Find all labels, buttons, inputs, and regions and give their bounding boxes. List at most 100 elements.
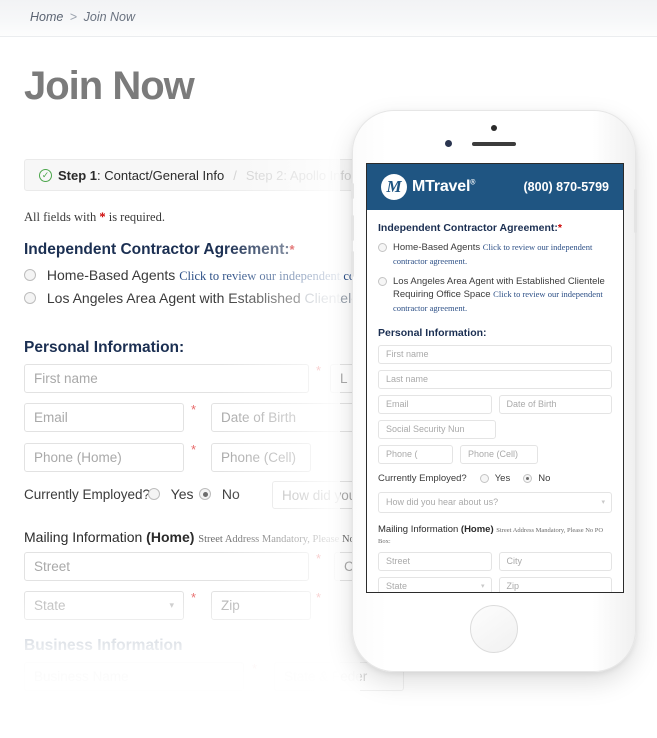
mobile-radio-employed-no[interactable] bbox=[523, 473, 533, 483]
mtravel-logo-mark-icon: M bbox=[381, 174, 407, 200]
required-note-asterisk: * bbox=[99, 210, 106, 224]
page-title: Join Now bbox=[24, 64, 195, 108]
required-note-post: is required. bbox=[108, 210, 165, 224]
mobile-zip-input[interactable]: Zip bbox=[498, 576, 612, 592]
proximity-sensor-icon bbox=[491, 125, 497, 131]
mobile-radio-los-angeles[interactable] bbox=[378, 276, 387, 286]
mobile-row-ssn: Social Security Nun bbox=[378, 419, 612, 439]
chevron-down-icon-state: ▾ bbox=[169, 600, 174, 610]
state-required-star: * bbox=[191, 590, 197, 605]
mobile-radio-employed-yes[interactable] bbox=[479, 473, 489, 483]
earpiece-speaker bbox=[472, 142, 516, 146]
employed-no-option[interactable]: No bbox=[199, 486, 240, 502]
required-note-pre: All fields with bbox=[24, 210, 97, 224]
mailing-heading-bold: (Home) bbox=[146, 529, 195, 545]
street-required-star: * bbox=[316, 551, 322, 566]
breadcrumb-home-link[interactable]: Home bbox=[30, 10, 63, 24]
mobile-radio-home-based[interactable] bbox=[378, 243, 387, 252]
power-button[interactable] bbox=[634, 189, 637, 233]
mobile-currently-employed-row: Currently Employed? Yes No bbox=[378, 473, 612, 484]
mobile-state-value: State bbox=[386, 581, 408, 592]
state-select[interactable]: State ▾ bbox=[24, 591, 184, 620]
mobile-row-hear-about: How did you hear about us? ▾ bbox=[378, 491, 612, 513]
date-of-birth-input[interactable]: Date of Birth bbox=[211, 403, 361, 432]
mobile-employed-no-label: No bbox=[538, 472, 551, 484]
mobile-agreement-option-home-based[interactable]: Home-Based Agents Click to review our in… bbox=[378, 241, 612, 269]
step-1[interactable]: Step 1: Contact/General Info bbox=[58, 168, 224, 183]
breadcrumb-current: Join Now bbox=[83, 10, 136, 24]
mobile-currently-employed-label: Currently Employed? bbox=[378, 472, 467, 484]
mobile-phone-cell-input[interactable]: Phone (Cell) bbox=[460, 444, 538, 464]
agreement-option-los-angeles[interactable]: Los Angeles Area Agent with Established … bbox=[24, 290, 389, 306]
step-1-rest: : Contact/General Info bbox=[97, 167, 225, 183]
agreement-option1-label: Home-Based Agents bbox=[46, 267, 176, 283]
header-phone-number[interactable]: (800) 870-5799 bbox=[524, 180, 609, 194]
silent-switch[interactable] bbox=[351, 183, 354, 199]
breadcrumb-band: Home > Join Now bbox=[0, 0, 657, 37]
mobile-phone-home-input[interactable]: Phone ( bbox=[378, 444, 453, 464]
mobile-personal-information-heading: Personal Information: bbox=[378, 326, 487, 339]
personal-information-heading: Personal Information: bbox=[24, 339, 185, 356]
agreement-option-home-based[interactable]: Home-Based Agents Click to review our in… bbox=[24, 267, 384, 284]
mtravel-logo-text: MTravel® bbox=[412, 178, 475, 196]
mtravel-logo[interactable]: M MTravel® bbox=[381, 174, 475, 200]
mobile-mailing-heading-normal: Mailing Information bbox=[378, 523, 461, 535]
radio-home-based[interactable] bbox=[24, 269, 36, 281]
mobile-row-last-name: Last name bbox=[378, 369, 612, 389]
check-circle-icon: ✓ bbox=[39, 168, 52, 182]
step-2[interactable]: Step 2: Apollo Info bbox=[246, 168, 352, 183]
agreement-heading-text: Independent Contractor Agreement: bbox=[24, 241, 290, 258]
phone-cell-input[interactable]: Phone (Cell) bbox=[211, 443, 311, 472]
mobile-state-select[interactable]: State ▾ bbox=[378, 576, 492, 592]
business-information-heading: Business Information bbox=[24, 637, 183, 654]
mobile-row-phones: Phone ( Phone (Cell) bbox=[378, 444, 612, 464]
volume-down-button[interactable] bbox=[351, 251, 354, 277]
email-input[interactable]: Email bbox=[24, 403, 184, 432]
email-required-star: * bbox=[191, 402, 197, 417]
home-button[interactable] bbox=[470, 605, 518, 653]
currently-employed-label: Currently Employed? bbox=[24, 487, 151, 502]
breadcrumb-separator: > bbox=[69, 10, 78, 24]
mobile-row-street-city: Street City bbox=[378, 551, 612, 571]
mobile-row-email-dob: Email Date of Birth bbox=[378, 394, 612, 414]
chevron-down-icon-hear-about: ▾ bbox=[601, 499, 605, 507]
mobile-city-input[interactable]: City bbox=[498, 551, 612, 571]
radio-employed-yes[interactable] bbox=[148, 488, 160, 500]
radio-los-angeles[interactable] bbox=[24, 292, 36, 304]
mobile-mailing-heading-bold: (Home) bbox=[460, 523, 494, 535]
phone-home-input[interactable]: Phone (Home) bbox=[24, 443, 184, 472]
mailing-information-heading: Mailing Information (Home) Street Addres… bbox=[24, 529, 394, 545]
employed-yes-label: Yes bbox=[170, 486, 194, 502]
first-name-input[interactable]: First name bbox=[24, 364, 309, 393]
employed-no-label: No bbox=[221, 486, 240, 502]
mobile-street-input[interactable]: Street bbox=[378, 551, 492, 571]
volume-up-button[interactable] bbox=[351, 215, 354, 241]
mobile-first-name-input[interactable]: First name bbox=[378, 344, 612, 364]
employed-yes-option[interactable]: Yes bbox=[148, 486, 193, 502]
first-name-required-star: * bbox=[316, 363, 322, 378]
zip-input[interactable]: Zip bbox=[211, 591, 311, 620]
mobile-last-name-input[interactable]: Last name bbox=[378, 369, 612, 389]
step-separator-1: / bbox=[233, 167, 237, 183]
street-input[interactable]: Street bbox=[24, 552, 309, 581]
mobile-agreement-heading-text: Independent Contractor Agreement: bbox=[378, 222, 558, 234]
mobile-date-of-birth-input[interactable]: Date of Birth bbox=[498, 394, 612, 414]
mobile-email-input[interactable]: Email bbox=[378, 394, 492, 414]
mobile-how-did-you-hear-select[interactable]: How did you hear about us? ▾ bbox=[378, 491, 612, 513]
mobile-mailing-heading: Mailing Information (Home) Street Addres… bbox=[378, 524, 612, 546]
phone-home-required-star: * bbox=[191, 442, 197, 457]
phone-mockup: M MTravel® (800) 870-5799 Independent Co… bbox=[351, 110, 637, 672]
mobile-hear-about-value: How did you hear about us? bbox=[386, 497, 499, 508]
mtravel-logo-wordmark: MTravel bbox=[412, 178, 471, 195]
mobile-option2-wrap: Los Angeles Area Agent with Established … bbox=[393, 275, 612, 316]
agreement-option2-label: Los Angeles Area Agent with Established bbox=[46, 290, 301, 306]
agreement-heading: Independent Contractor Agreement:* bbox=[24, 241, 295, 259]
mobile-agreement-option-los-angeles[interactable]: Los Angeles Area Agent with Established … bbox=[378, 275, 612, 316]
mobile-row-first-name: First name bbox=[378, 344, 612, 364]
business-name-required-star: * bbox=[252, 661, 258, 676]
mobile-employed-yes-label: Yes bbox=[494, 472, 511, 484]
radio-employed-no[interactable] bbox=[199, 488, 211, 500]
front-camera-icon bbox=[445, 140, 452, 147]
mobile-ssn-input[interactable]: Social Security Nun bbox=[378, 419, 496, 439]
business-name-input[interactable]: Business Name bbox=[24, 662, 244, 691]
